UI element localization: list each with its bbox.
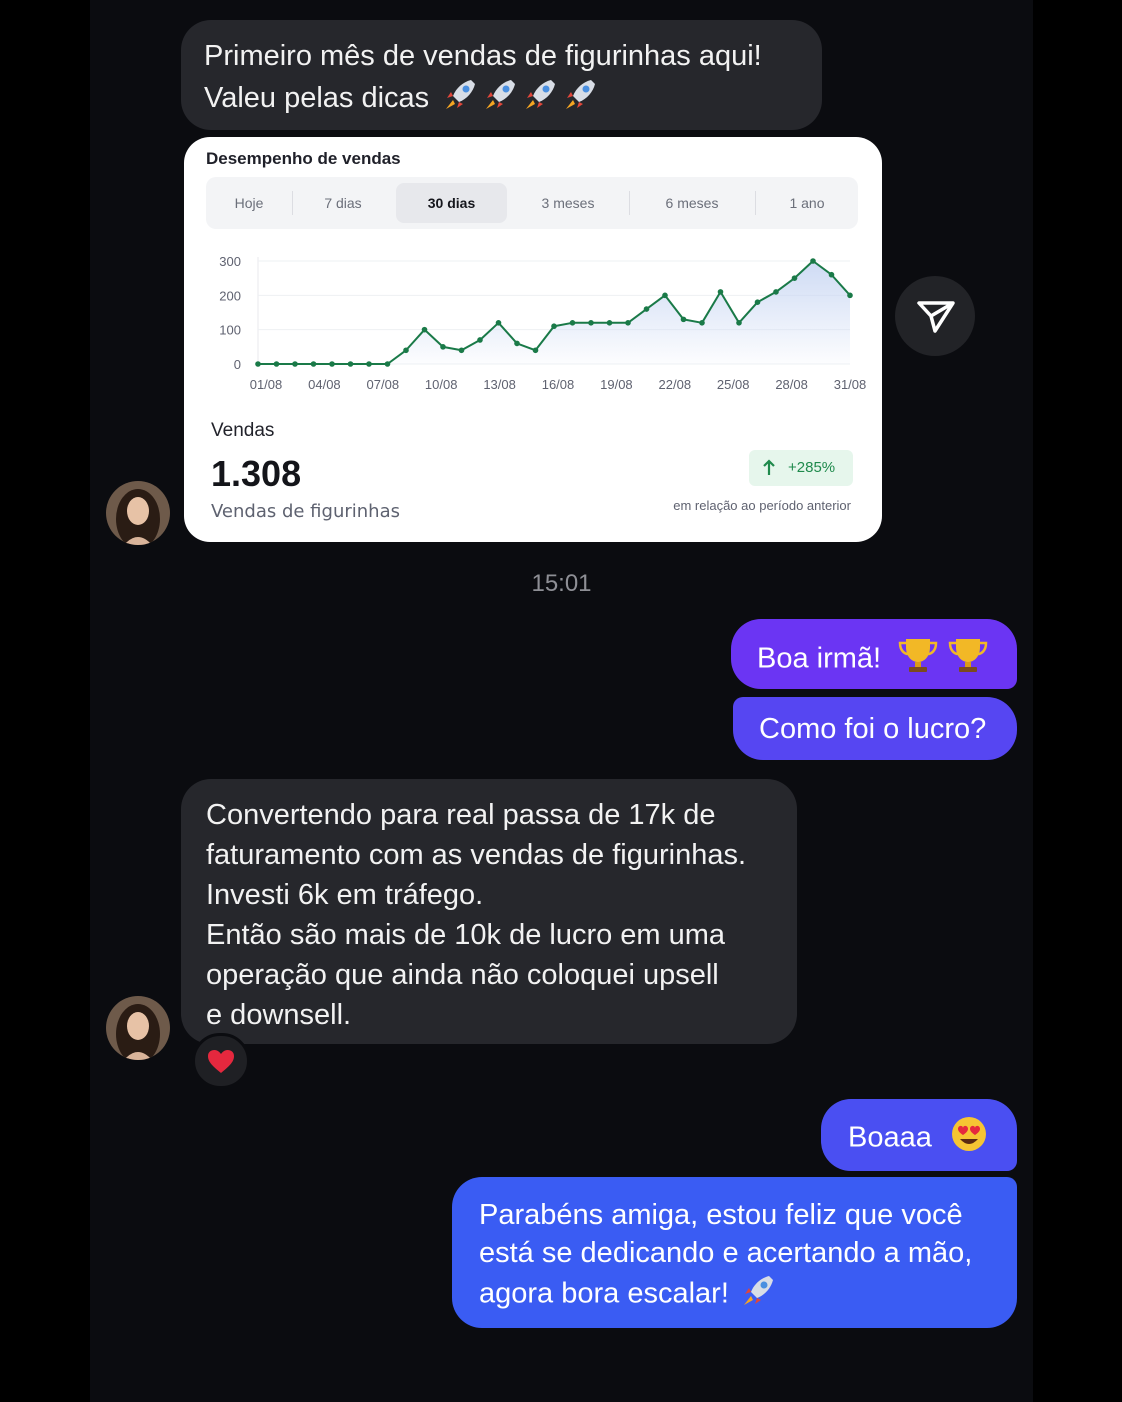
message-text: e downsell. bbox=[206, 999, 352, 1031]
outgoing-message-bubble[interactable]: Boaaa bbox=[821, 1099, 1017, 1171]
incoming-message-bubble[interactable]: Convertendo para real passa de 17k de fa… bbox=[181, 779, 797, 1044]
x-tick-label: 10/08 bbox=[425, 377, 458, 392]
sales-line-chart: 0 100 200 300 01/08 04/08 07/08 10/08 13/08 16/08… bbox=[219, 254, 867, 392]
data-point bbox=[458, 347, 465, 354]
contact-avatar[interactable] bbox=[106, 481, 170, 545]
data-point bbox=[717, 289, 724, 295]
data-point bbox=[551, 323, 557, 330]
data-point bbox=[754, 299, 761, 305]
outgoing-message-bubble[interactable]: Como foi o lucro? bbox=[733, 697, 1017, 760]
x-tick-label: 07/08 bbox=[367, 377, 400, 392]
message-text: Boa irmã! bbox=[757, 642, 882, 675]
data-point bbox=[310, 361, 317, 367]
data-point bbox=[736, 320, 742, 326]
data-point bbox=[273, 361, 280, 367]
data-point bbox=[588, 320, 594, 326]
message-text: Então são mais de 10k de lucro em uma bbox=[206, 919, 726, 951]
x-tick-label: 01/08 bbox=[250, 377, 283, 392]
incoming-message-bubble[interactable]: Primeiro mês de vendas de figurinhas aqu… bbox=[181, 20, 822, 130]
tab-6-meses[interactable]: 6 meses bbox=[630, 177, 754, 229]
data-point bbox=[569, 320, 576, 326]
y-tick-label: 200 bbox=[219, 288, 241, 303]
x-tick-label: 28/08 bbox=[775, 377, 808, 392]
x-tick-label: 31/08 bbox=[834, 377, 867, 392]
data-point bbox=[384, 361, 391, 367]
message-text: Como foi o lucro? bbox=[759, 713, 987, 745]
tab-3-meses[interactable]: 3 meses bbox=[508, 177, 628, 229]
message-text: está se dedicando e acertando a mão, bbox=[479, 1237, 973, 1269]
rocket-emoji-icon bbox=[443, 76, 603, 123]
data-point bbox=[847, 292, 853, 299]
data-point bbox=[699, 320, 705, 326]
message-text: Parabéns amiga, estou feliz que você bbox=[479, 1199, 963, 1231]
message-text: operação que ainda não coloquei upsell bbox=[206, 959, 719, 991]
message-text: Valeu pelas dicas bbox=[204, 76, 822, 123]
contact-avatar[interactable] bbox=[106, 996, 170, 1060]
stat-label: Vendas bbox=[211, 420, 275, 441]
data-point bbox=[606, 320, 613, 326]
send-icon bbox=[895, 301, 975, 360]
data-point bbox=[329, 361, 335, 367]
data-point bbox=[625, 320, 631, 326]
sales-performance-card[interactable]: Desempenho de vendas Hoje 7 dias 30 dias… bbox=[184, 137, 882, 542]
tab-30-dias[interactable]: 30 dias bbox=[396, 183, 507, 223]
growth-badge: +285% bbox=[749, 450, 853, 486]
data-point bbox=[403, 347, 409, 354]
period-tabs: Hoje 7 dias 30 dias 3 meses 6 meses 1 an… bbox=[206, 177, 858, 229]
y-tick-label: 100 bbox=[219, 323, 241, 338]
message-text: Primeiro mês de vendas de figurinhas aqu… bbox=[204, 40, 762, 72]
data-point bbox=[514, 340, 520, 347]
chat-screen: Primeiro mês de vendas de figurinhas aqu… bbox=[90, 0, 1033, 1402]
growth-note: em relação ao período anterior bbox=[673, 498, 851, 513]
data-point bbox=[292, 361, 298, 367]
data-point bbox=[532, 347, 539, 354]
message-text: Convertendo para real passa de 17k de bbox=[206, 799, 716, 831]
x-tick-label: 04/08 bbox=[308, 377, 341, 392]
message-text: Investi 6k em tráfego. bbox=[206, 879, 484, 911]
stat-subtitle: Vendas de figurinhas bbox=[211, 501, 400, 522]
y-tick-label: 300 bbox=[219, 254, 241, 269]
data-point bbox=[347, 361, 354, 367]
message-timestamp: 15:01 bbox=[531, 570, 592, 597]
outgoing-message-bubble[interactable]: Boa irmã! bbox=[731, 619, 1017, 689]
share-button[interactable] bbox=[895, 276, 975, 356]
heart-eyes-emoji-icon bbox=[950, 1115, 988, 1163]
message-text: agora bora escalar! bbox=[479, 1272, 1017, 1318]
rocket-emoji-icon bbox=[741, 1272, 777, 1318]
y-tick-label: 0 bbox=[234, 357, 241, 372]
card-title: Desempenho de vendas bbox=[206, 149, 401, 168]
data-point bbox=[255, 361, 261, 367]
heart-icon bbox=[207, 1047, 235, 1074]
data-point bbox=[810, 258, 816, 264]
message-reaction[interactable] bbox=[192, 1033, 250, 1089]
data-point bbox=[828, 271, 835, 278]
message-text: Boaaa bbox=[848, 1121, 932, 1154]
tab-7-dias[interactable]: 7 dias bbox=[293, 177, 393, 229]
data-point bbox=[680, 316, 687, 323]
series-area bbox=[258, 261, 850, 364]
trophy-emoji-icon bbox=[897, 635, 993, 685]
x-tick-label: 16/08 bbox=[542, 377, 575, 392]
data-point bbox=[662, 292, 668, 299]
tab-hoje[interactable]: Hoje bbox=[206, 177, 292, 229]
data-point bbox=[773, 289, 779, 295]
outgoing-message-bubble[interactable]: Parabéns amiga, estou feliz que você est… bbox=[452, 1177, 1017, 1328]
data-point bbox=[366, 361, 372, 367]
message-text: faturamento com as vendas de figurinhas. bbox=[206, 839, 747, 871]
tab-1-ano[interactable]: 1 ano bbox=[756, 177, 858, 229]
data-point bbox=[791, 275, 798, 281]
arrow-up-icon bbox=[762, 450, 776, 500]
data-point bbox=[421, 326, 428, 333]
data-point bbox=[495, 320, 502, 326]
data-point bbox=[440, 344, 446, 350]
growth-value: +285% bbox=[788, 459, 836, 476]
x-tick-label: 22/08 bbox=[659, 377, 692, 392]
x-tick-label: 19/08 bbox=[600, 377, 633, 392]
data-point bbox=[477, 337, 483, 343]
data-point bbox=[643, 306, 650, 312]
x-tick-label: 13/08 bbox=[483, 377, 516, 392]
x-tick-label: 25/08 bbox=[717, 377, 750, 392]
stat-value: 1.308 bbox=[211, 453, 302, 494]
